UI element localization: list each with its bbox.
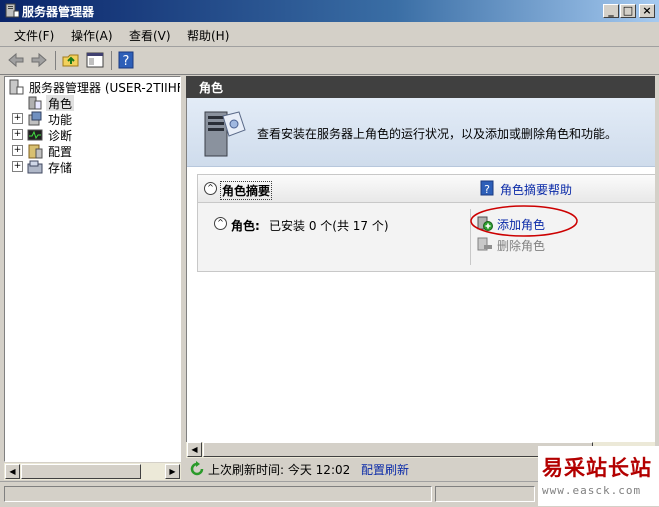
- scrollbar-thumb[interactable]: [203, 442, 593, 457]
- svg-text:?: ?: [123, 54, 130, 69]
- expand-icon[interactable]: +: [12, 145, 23, 156]
- scroll-left-icon[interactable]: ◀: [187, 442, 202, 457]
- content-pane: 查看安装在服务器上角色的运行状况，以及添加或删除角色和功能。 ^ 角色摘要 ? …: [186, 98, 655, 442]
- collapse-icon[interactable]: ^: [214, 217, 227, 230]
- window-title: 服务器管理器: [22, 5, 95, 19]
- minimize-button[interactable]: _: [603, 4, 619, 18]
- content-title: 角色: [199, 81, 224, 95]
- menu-file[interactable]: 文件(F): [14, 27, 54, 44]
- roles-summary-header: ^ 角色摘要 ? 角色摘要帮助: [198, 175, 655, 203]
- features-icon: [28, 111, 42, 126]
- roles-banner: 查看安装在服务器上角色的运行状况，以及添加或删除角色和功能。: [187, 98, 655, 167]
- collapse-icon[interactable]: ^: [204, 182, 217, 195]
- content-header: 角色: [186, 76, 655, 98]
- remove-role-icon: [477, 237, 492, 251]
- watermark: 易采站长站 www.easck.com: [538, 446, 659, 506]
- close-button[interactable]: ×: [639, 4, 655, 18]
- tree-item-configuration[interactable]: 配置: [48, 143, 72, 159]
- maximize-button[interactable]: □: [620, 4, 636, 18]
- status-panel: [435, 486, 535, 502]
- roles-count-text: 已安装 0 个(共 17 个): [269, 219, 389, 233]
- help-icon[interactable]: ?: [116, 50, 136, 70]
- toolbar: ?: [0, 47, 659, 75]
- tree-root-server[interactable]: 服务器管理器 (USER-2TIIHF: [29, 79, 180, 95]
- expand-icon[interactable]: +: [12, 129, 23, 140]
- roles-description: 查看安装在服务器上角色的运行状况，以及添加或删除角色和功能。: [257, 127, 618, 141]
- remove-role-link[interactable]: 删除角色: [497, 237, 545, 254]
- roles-summary-title[interactable]: 角色摘要: [220, 181, 273, 200]
- scrollbar-thumb[interactable]: [21, 464, 141, 479]
- highlight-ellipse: [470, 205, 578, 237]
- server-manager-icon: [5, 3, 19, 18]
- configuration-icon: [28, 144, 43, 159]
- navigation-tree: 服务器管理器 (USER-2TIIHF 角色 + 功能 + 诊断 + 配置 + …: [4, 76, 181, 462]
- watermark-url: www.easck.com: [542, 484, 642, 497]
- up-folder-icon[interactable]: [61, 50, 81, 70]
- status-panel: [4, 486, 432, 502]
- server-roles-icon: [204, 111, 246, 157]
- tree-item-roles[interactable]: 角色: [46, 95, 75, 111]
- menu-action[interactable]: 操作(A): [71, 27, 113, 44]
- tree-item-features[interactable]: 功能: [48, 111, 72, 127]
- server-manager-icon: [9, 79, 24, 95]
- forward-arrow-icon[interactable]: [29, 50, 49, 70]
- menu-bar: 文件(F) 操作(A) 查看(V) 帮助(H): [0, 22, 659, 47]
- scroll-right-icon[interactable]: ▶: [165, 464, 180, 479]
- roles-summary-section: ^ 角色摘要 ? 角色摘要帮助 ^ 角色: 已安装 0 个(共 17 个) 添加…: [197, 174, 655, 272]
- scroll-left-icon[interactable]: ◀: [5, 464, 20, 479]
- expand-icon[interactable]: +: [12, 161, 23, 172]
- help-icon: ?: [480, 180, 494, 196]
- tree-horizontal-scrollbar[interactable]: ◀ ▶: [4, 462, 181, 480]
- show-hide-tree-icon[interactable]: [85, 50, 105, 70]
- svg-text:?: ?: [484, 183, 490, 196]
- title-bar: 服务器管理器 _ □ ×: [0, 0, 659, 22]
- roles-icon: [28, 96, 42, 110]
- roles-summary-help-link[interactable]: 角色摘要帮助: [500, 181, 572, 198]
- configure-refresh-link[interactable]: 配置刷新: [361, 461, 409, 478]
- last-refresh-text: 上次刷新时间: 今天 12:02: [208, 463, 351, 477]
- tree-item-diagnostics[interactable]: 诊断: [48, 127, 72, 143]
- back-arrow-icon[interactable]: [6, 50, 26, 70]
- menu-view[interactable]: 查看(V): [129, 27, 171, 44]
- storage-icon: [27, 160, 43, 174]
- watermark-brand: 易采站长站: [542, 455, 652, 480]
- menu-help[interactable]: 帮助(H): [187, 27, 229, 44]
- diagnostics-icon: [27, 129, 43, 141]
- roles-label: 角色:: [231, 219, 260, 233]
- tree-item-storage[interactable]: 存储: [48, 159, 72, 175]
- expand-icon[interactable]: +: [12, 113, 23, 124]
- refresh-icon[interactable]: [189, 461, 205, 477]
